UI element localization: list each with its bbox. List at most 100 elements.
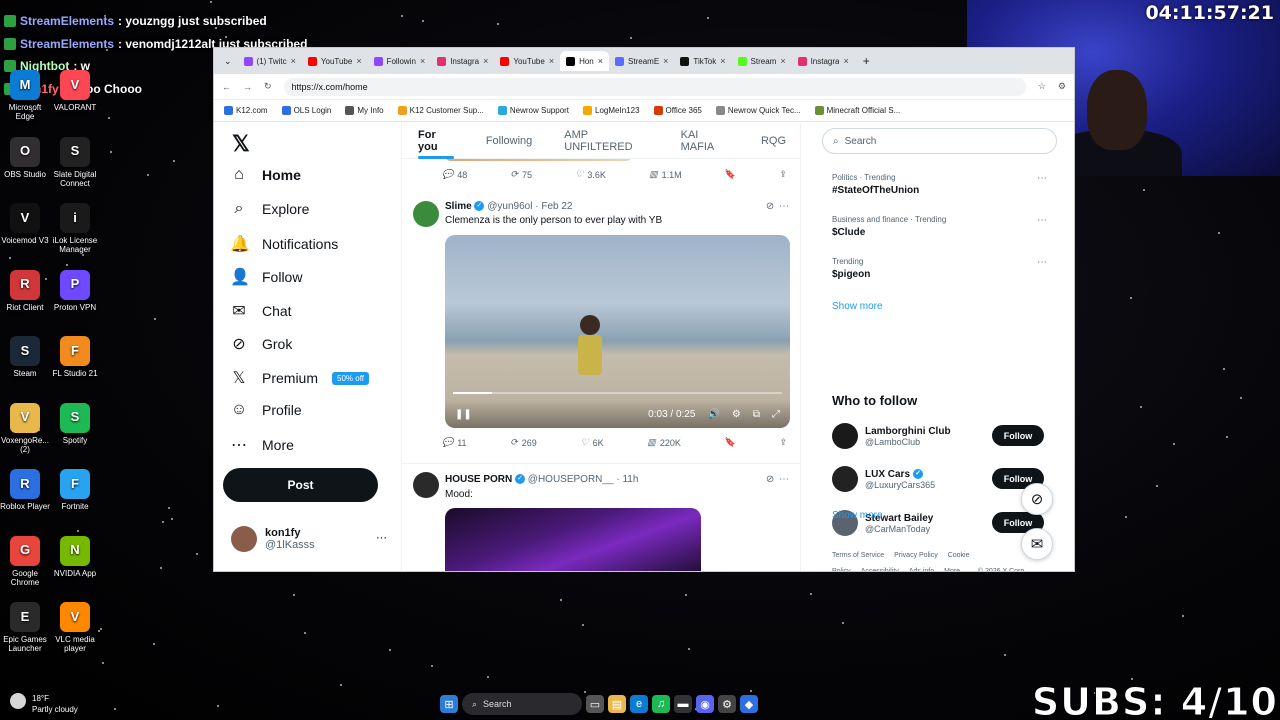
grok-icon[interactable]: ⊘ (1021, 483, 1053, 515)
avatar[interactable] (413, 201, 439, 227)
footer-link[interactable]: Terms of Service (832, 552, 884, 559)
feed-tab[interactable]: AMP UNFILTERED (548, 123, 664, 159)
fullscreen-icon[interactable]: ⤢ (772, 409, 780, 420)
bookmark-button[interactable]: 🔖 (725, 437, 736, 448)
extensions-icon[interactable]: ⚙ (1058, 81, 1066, 92)
nav-item-profile[interactable]: ☺ Profile (230, 401, 302, 419)
nav-item-explore[interactable]: ⌕ Explore (230, 200, 310, 218)
bookmark-item[interactable]: LogMeIn123 (583, 106, 640, 115)
close-tab-icon[interactable]: × (291, 56, 296, 66)
nav-item-home[interactable]: ⌂ Home (230, 166, 301, 184)
start-icon[interactable]: ⊞ (440, 695, 458, 713)
task-view-icon[interactable]: ▭ (586, 695, 604, 713)
browser-tab[interactable]: Stream × (732, 51, 792, 71)
reply-button[interactable]: 💬 48 (442, 169, 467, 180)
browser-tab[interactable]: Hon × (560, 51, 610, 71)
more-options-icon[interactable]: ⋯ (1037, 257, 1048, 268)
bookmark-item[interactable]: Newrow Quick Tec... (715, 106, 801, 115)
more-options-icon[interactable]: ⊘ ⋯ (766, 201, 790, 212)
weather-widget[interactable]: 18°F Partly cloudy (10, 693, 78, 715)
avatar[interactable] (832, 466, 858, 492)
browser-tab[interactable]: Instagra × (792, 51, 855, 71)
messages-icon[interactable]: ✉ (1021, 528, 1053, 560)
desktop-icon[interactable]: R Roblox Player (0, 469, 50, 511)
desktop-icon[interactable]: G Google Chrome (0, 535, 50, 587)
more-options-icon[interactable]: ⊘ ⋯ (766, 474, 790, 485)
browser-tab[interactable]: TikTok × (674, 51, 731, 71)
follow-suggestion[interactable]: LUX Cars ✓ @LuxuryCars365 Follow (832, 464, 1044, 494)
close-tab-icon[interactable]: × (663, 56, 668, 66)
tweet[interactable]: HOUSE PORN ✓ @HOUSEPORN__ · 11h ⊘ ⋯ Mood… (402, 463, 800, 571)
feed-tab[interactable]: For you (402, 123, 470, 159)
bookmark-button[interactable]: 🔖 (725, 169, 736, 180)
nav-item-follow[interactable]: 👤 Follow (230, 267, 302, 287)
desktop-icon[interactable]: V VALORANT (50, 70, 100, 112)
reload-icon[interactable]: ↻ (264, 81, 272, 92)
close-tab-icon[interactable]: × (549, 56, 554, 66)
follow-button[interactable]: Follow (992, 425, 1044, 446)
close-tab-icon[interactable]: × (720, 56, 725, 66)
footer-link[interactable]: Privacy Policy (894, 552, 938, 559)
bookmark-item[interactable]: Office 365 (653, 106, 702, 115)
tweet-date[interactable]: Feb 22 (541, 201, 572, 212)
feed-tab[interactable]: Following (470, 123, 548, 159)
settings-icon[interactable]: ⚙ (732, 409, 741, 420)
nav-item-chat[interactable]: ✉ Chat (230, 301, 291, 321)
more-options-icon[interactable]: ⋯ (1037, 215, 1048, 226)
browser-tab[interactable]: StreamE × (609, 51, 674, 71)
nav-item-more[interactable]: ⋯ More (230, 435, 294, 455)
discord-icon[interactable]: ◉ (696, 695, 714, 713)
forward-icon[interactable]: → (243, 82, 252, 92)
close-tab-icon[interactable]: × (420, 56, 425, 66)
x-logo-icon[interactable]: 𝕏 (232, 131, 250, 157)
avatar[interactable] (413, 472, 439, 498)
avatar[interactable] (832, 423, 858, 449)
search-input[interactable]: ⌕ Search (822, 128, 1057, 154)
tweet-author-name[interactable]: HOUSE PORN (445, 474, 512, 485)
desktop-icon[interactable]: V Voicemod V3 (0, 203, 50, 245)
tweet-author-handle[interactable]: @HOUSEPORN__ (528, 474, 614, 485)
desktop-icon[interactable]: E Epic Games Launcher (0, 602, 50, 653)
bookmark-item[interactable]: K12 Customer Sup... (397, 106, 484, 115)
views-button[interactable]: ▥ 220K (647, 437, 681, 448)
bookmark-item[interactable]: OLS Login (281, 106, 331, 115)
desktop-icon[interactable]: S Spotify (50, 402, 100, 445)
browser-tab[interactable]: Instagra × (431, 51, 494, 71)
feed-tab[interactable]: RQG (745, 123, 800, 159)
post-button[interactable]: Post (223, 468, 378, 502)
tweet-author-handle[interactable]: @yun96ol (487, 201, 532, 212)
like-button[interactable]: ♡ 3.6K (575, 169, 606, 180)
show-more-follow-link[interactable]: Show more (832, 510, 883, 521)
tweet-author-name[interactable]: Slime (445, 201, 472, 212)
volume-icon[interactable]: 🔊 (707, 409, 719, 420)
nav-item-premium[interactable]: 𝕏 Premium 50% off (230, 368, 369, 388)
file-explorer-icon[interactable]: ▤ (608, 695, 626, 713)
account-switcher[interactable]: kon1fy @1lKasss ⋯ (231, 526, 387, 552)
desktop-icon[interactable]: i iLok License Manager (50, 203, 100, 254)
desktop-icon[interactable]: O OBS Studio (0, 136, 50, 179)
spotify-icon[interactable]: ♫ (652, 695, 670, 713)
tab-list-icon[interactable]: ⌄ (218, 56, 238, 67)
desktop-icon[interactable]: V VoxengoRe... (2) (0, 402, 50, 454)
pause-icon[interactable]: ❚❚ (455, 409, 472, 420)
bookmark-item[interactable]: Minecraft Official S... (814, 106, 900, 115)
browser-tab[interactable]: YouTube × (494, 51, 560, 71)
footer-link[interactable]: Accessibility (861, 568, 899, 571)
nav-item-grok[interactable]: ⊘ Grok (230, 334, 292, 354)
share-button[interactable]: ⇪ (779, 437, 787, 448)
address-bar[interactable]: https://x.com/home (283, 77, 1026, 96)
nav-item-notifications[interactable]: 🔔 Notifications (230, 234, 338, 254)
desktop-icon[interactable]: F Fortnite (50, 469, 100, 511)
desktop-icon[interactable]: F FL Studio 21 (50, 336, 100, 378)
footer-link[interactable]: © 2026 X Corp. (978, 568, 1026, 571)
like-button[interactable]: ♡ 6K (581, 437, 604, 448)
edge-icon[interactable]: e (630, 695, 648, 713)
desktop-icon[interactable]: S Steam (0, 336, 50, 378)
browser-tab[interactable]: YouTube × (302, 51, 368, 71)
views-button[interactable]: ▥ 1.1M (649, 169, 682, 180)
new-tab-icon[interactable]: + (855, 54, 878, 68)
bookmark-item[interactable]: Newrow Support (497, 106, 569, 115)
repost-button[interactable]: ⟳ 269 (510, 437, 537, 448)
app-icon[interactable]: ◆ (740, 695, 758, 713)
desktop-icon[interactable]: M Microsoft Edge (0, 70, 50, 121)
